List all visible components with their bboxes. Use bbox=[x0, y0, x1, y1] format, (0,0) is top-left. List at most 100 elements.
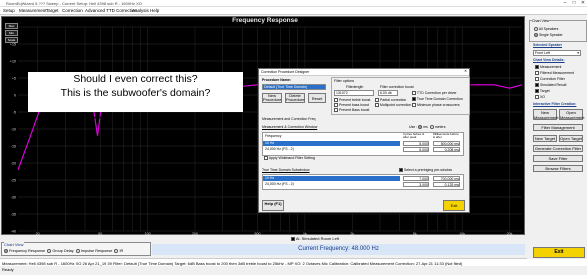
col-cycles: Cycles before & after peak bbox=[403, 132, 425, 139]
interactive-filter-label: Interactive Filter Creation: bbox=[533, 102, 577, 106]
filter-correction-input[interactable]: 6.00 db bbox=[378, 90, 398, 96]
procedure-name-dropdown[interactable]: Default (True Time Domain) bbox=[262, 84, 326, 90]
detail-simulated-result-check[interactable]: Simulated Result bbox=[535, 83, 566, 88]
close-icon[interactable]: ✕ bbox=[579, 0, 587, 7]
open-measurement-button[interactable]: Open Measurement bbox=[559, 109, 584, 120]
y-tick-label: -5 bbox=[13, 110, 16, 114]
col-frequency: Frequency bbox=[265, 134, 282, 138]
prevent-bass-boost-check-2[interactable]: Prevent Bass boost bbox=[334, 108, 369, 113]
selected-speaker-label: Selected Speaker bbox=[533, 43, 562, 47]
table-row[interactable]: 10 Hz bbox=[263, 141, 400, 146]
simulated-room-toggle[interactable]: Al. Simulated Room Left bbox=[291, 236, 339, 241]
min-phase-crossover-check[interactable]: Minimum phase crossovers bbox=[412, 103, 460, 108]
filter-length-select[interactable]: 131072 bbox=[334, 90, 374, 96]
generate-correction-button[interactable]: Generate Correction Filter bbox=[533, 145, 583, 152]
reset-button[interactable]: Reset bbox=[308, 93, 326, 103]
y-tick-label: +5 bbox=[12, 76, 16, 80]
detail-filtered-measurement-check[interactable]: Filtered Measurement bbox=[535, 71, 574, 76]
dialog-exit-button[interactable]: Exit bbox=[443, 200, 465, 211]
ttd-per-driver-check[interactable]: TTD Correction per driver bbox=[412, 91, 457, 96]
help-button[interactable]: Help (F1) bbox=[262, 200, 284, 211]
detail-measurement-check[interactable]: Measurement bbox=[535, 65, 561, 70]
cv-frequency-response[interactable]: Frequency Response bbox=[4, 249, 45, 253]
all-speakers-radio[interactable]: All Speakers bbox=[534, 27, 558, 32]
wideband-check[interactable]: Apply Wideband Filter Setting bbox=[264, 156, 315, 161]
status-text: Measurement: Hell 4398 sub R - 1600Hz XO… bbox=[2, 261, 463, 266]
cycles-input[interactable]: 3.000 bbox=[403, 182, 429, 187]
chart-view-title: Chart View bbox=[4, 242, 24, 247]
menu-correction[interactable]: Correction bbox=[62, 8, 83, 13]
minimize-icon[interactable]: – bbox=[561, 0, 569, 7]
chart-view-panel: Chart View Frequency Response Group Dela… bbox=[1, 242, 151, 256]
y-min-box[interactable]: Min bbox=[5, 30, 18, 36]
cycles-input[interactable]: 5.000 bbox=[403, 141, 429, 146]
filter-options-group: Filter options Filterlength Filter corre… bbox=[331, 77, 470, 115]
ms-input[interactable]: 500.000 ms bbox=[433, 141, 460, 146]
cv-impulse-response[interactable]: Impulse Response bbox=[75, 249, 112, 253]
filter-management-button[interactable]: Filter Management bbox=[533, 124, 583, 131]
cv-group-delay[interactable]: Group Delay bbox=[47, 249, 74, 253]
dialog-title: Correction Procedure Designer bbox=[261, 70, 310, 74]
chevron-down-icon: ▾ bbox=[577, 51, 579, 55]
exit-button[interactable]: Exit bbox=[533, 247, 585, 258]
col-ms: Milliseconds before & after bbox=[433, 132, 459, 139]
units-radio-group[interactable]: Use : ms meters bbox=[409, 125, 445, 130]
cycles-input[interactable]: 7.000 bbox=[403, 176, 429, 181]
save-filter-button[interactable]: Save Filter bbox=[533, 155, 583, 162]
annotation-box: Should I even correct this? This is the … bbox=[28, 72, 243, 112]
open-target-button[interactable]: Open Target bbox=[559, 135, 583, 142]
sidebar-chart-view-title: Chart View bbox=[532, 19, 550, 23]
simulated-room-label: Al. Simulated Room Left bbox=[295, 236, 340, 241]
y-tick-label: -15 bbox=[11, 144, 16, 148]
y-tick-label: +10 bbox=[10, 59, 16, 63]
chart-title: Frequency Response bbox=[232, 17, 298, 24]
ms-input[interactable]: 700.000 ms bbox=[433, 176, 460, 181]
cv-ir[interactable]: IR bbox=[114, 249, 123, 253]
new-procedure-button[interactable]: New Procedure bbox=[262, 93, 282, 103]
simulated-room-checkbox[interactable] bbox=[291, 236, 295, 241]
y-tick-label: -40 bbox=[11, 229, 16, 233]
delete-procedure-button[interactable]: Delete Procedure bbox=[285, 93, 305, 103]
menu-target[interactable]: Target bbox=[46, 8, 59, 13]
new-target-button[interactable]: New Target bbox=[533, 135, 557, 142]
detail-target-check[interactable]: Target bbox=[535, 89, 550, 94]
filter-length-label: Filterlength bbox=[346, 85, 364, 89]
dialog-close-icon[interactable]: ✕ bbox=[464, 69, 467, 73]
y-tick-label: -10 bbox=[11, 127, 16, 131]
new-measurement-button[interactable]: New Measurement bbox=[533, 109, 558, 120]
detail-correction-filter-check[interactable]: Correction Filter bbox=[535, 77, 565, 82]
multipoint-correction-check[interactable]: Multipoint correction bbox=[375, 103, 411, 108]
y-scale-box[interactable]: Scale bbox=[5, 37, 18, 43]
table-row[interactable]: 24,000 Hz (FS - 2) bbox=[265, 182, 294, 186]
menu-advanced-ttd[interactable]: Advanced TTD Correction bbox=[85, 8, 137, 13]
current-frequency-readout: Current Frequency: 48.000 Hz bbox=[152, 244, 525, 255]
prevent-treble-boost-check[interactable]: Prevent treble boost bbox=[334, 98, 370, 103]
selected-speaker-dropdown[interactable]: Front Left ▾ bbox=[533, 50, 581, 56]
status-bar: Measurement: Hell 4398 sub R - 1600Hz XO… bbox=[0, 258, 587, 266]
menu-bar: Setup Measurement Target Correction Adva… bbox=[0, 7, 587, 15]
prering-check[interactable]: Select a preringing pre-window bbox=[399, 168, 452, 173]
detail-xo-check[interactable]: XO bbox=[535, 95, 545, 100]
single-speaker-radio[interactable]: Single Speaker bbox=[534, 33, 563, 38]
table-row[interactable]: 24,000 Hz (FS - 2) bbox=[265, 147, 294, 151]
correction-procedure-dialog: Correction Procedure Designer ✕ Procedur… bbox=[258, 68, 470, 213]
section1-label: Measurement and Correction Freq bbox=[262, 117, 316, 121]
y-tick-label: 0 bbox=[14, 93, 16, 97]
y-tick-label: -35 bbox=[11, 212, 16, 216]
maximize-icon[interactable]: □ bbox=[570, 0, 578, 7]
prevent-bass-boost-check[interactable]: Prevent bass boost bbox=[334, 103, 369, 108]
window-title: RoomEqWizard 5.??? Sweep - Current Setup… bbox=[6, 1, 142, 6]
menu-setup[interactable]: Setup bbox=[3, 8, 15, 13]
menu-help[interactable]: Help bbox=[150, 8, 159, 13]
table-row[interactable]: 10 Hz bbox=[263, 176, 400, 181]
partial-correction-check[interactable]: Partial correction bbox=[375, 98, 406, 103]
menu-analysis[interactable]: Analysis bbox=[132, 8, 149, 13]
cycles-input[interactable]: 5.000 bbox=[403, 147, 429, 152]
sidebar-chart-view-group: Chart View All Speakers Single Speaker bbox=[529, 19, 587, 42]
browse-filters-button[interactable]: Browse Filters bbox=[533, 165, 583, 172]
menu-measurement[interactable]: Measurement bbox=[19, 8, 47, 13]
ms-input[interactable]: 0.125 ms bbox=[433, 182, 460, 187]
true-time-domain-check[interactable]: True Time Domain Correction bbox=[412, 97, 463, 102]
y-max-box[interactable]: Max bbox=[5, 23, 18, 29]
ms-input[interactable]: 0.208 ms bbox=[433, 147, 460, 152]
